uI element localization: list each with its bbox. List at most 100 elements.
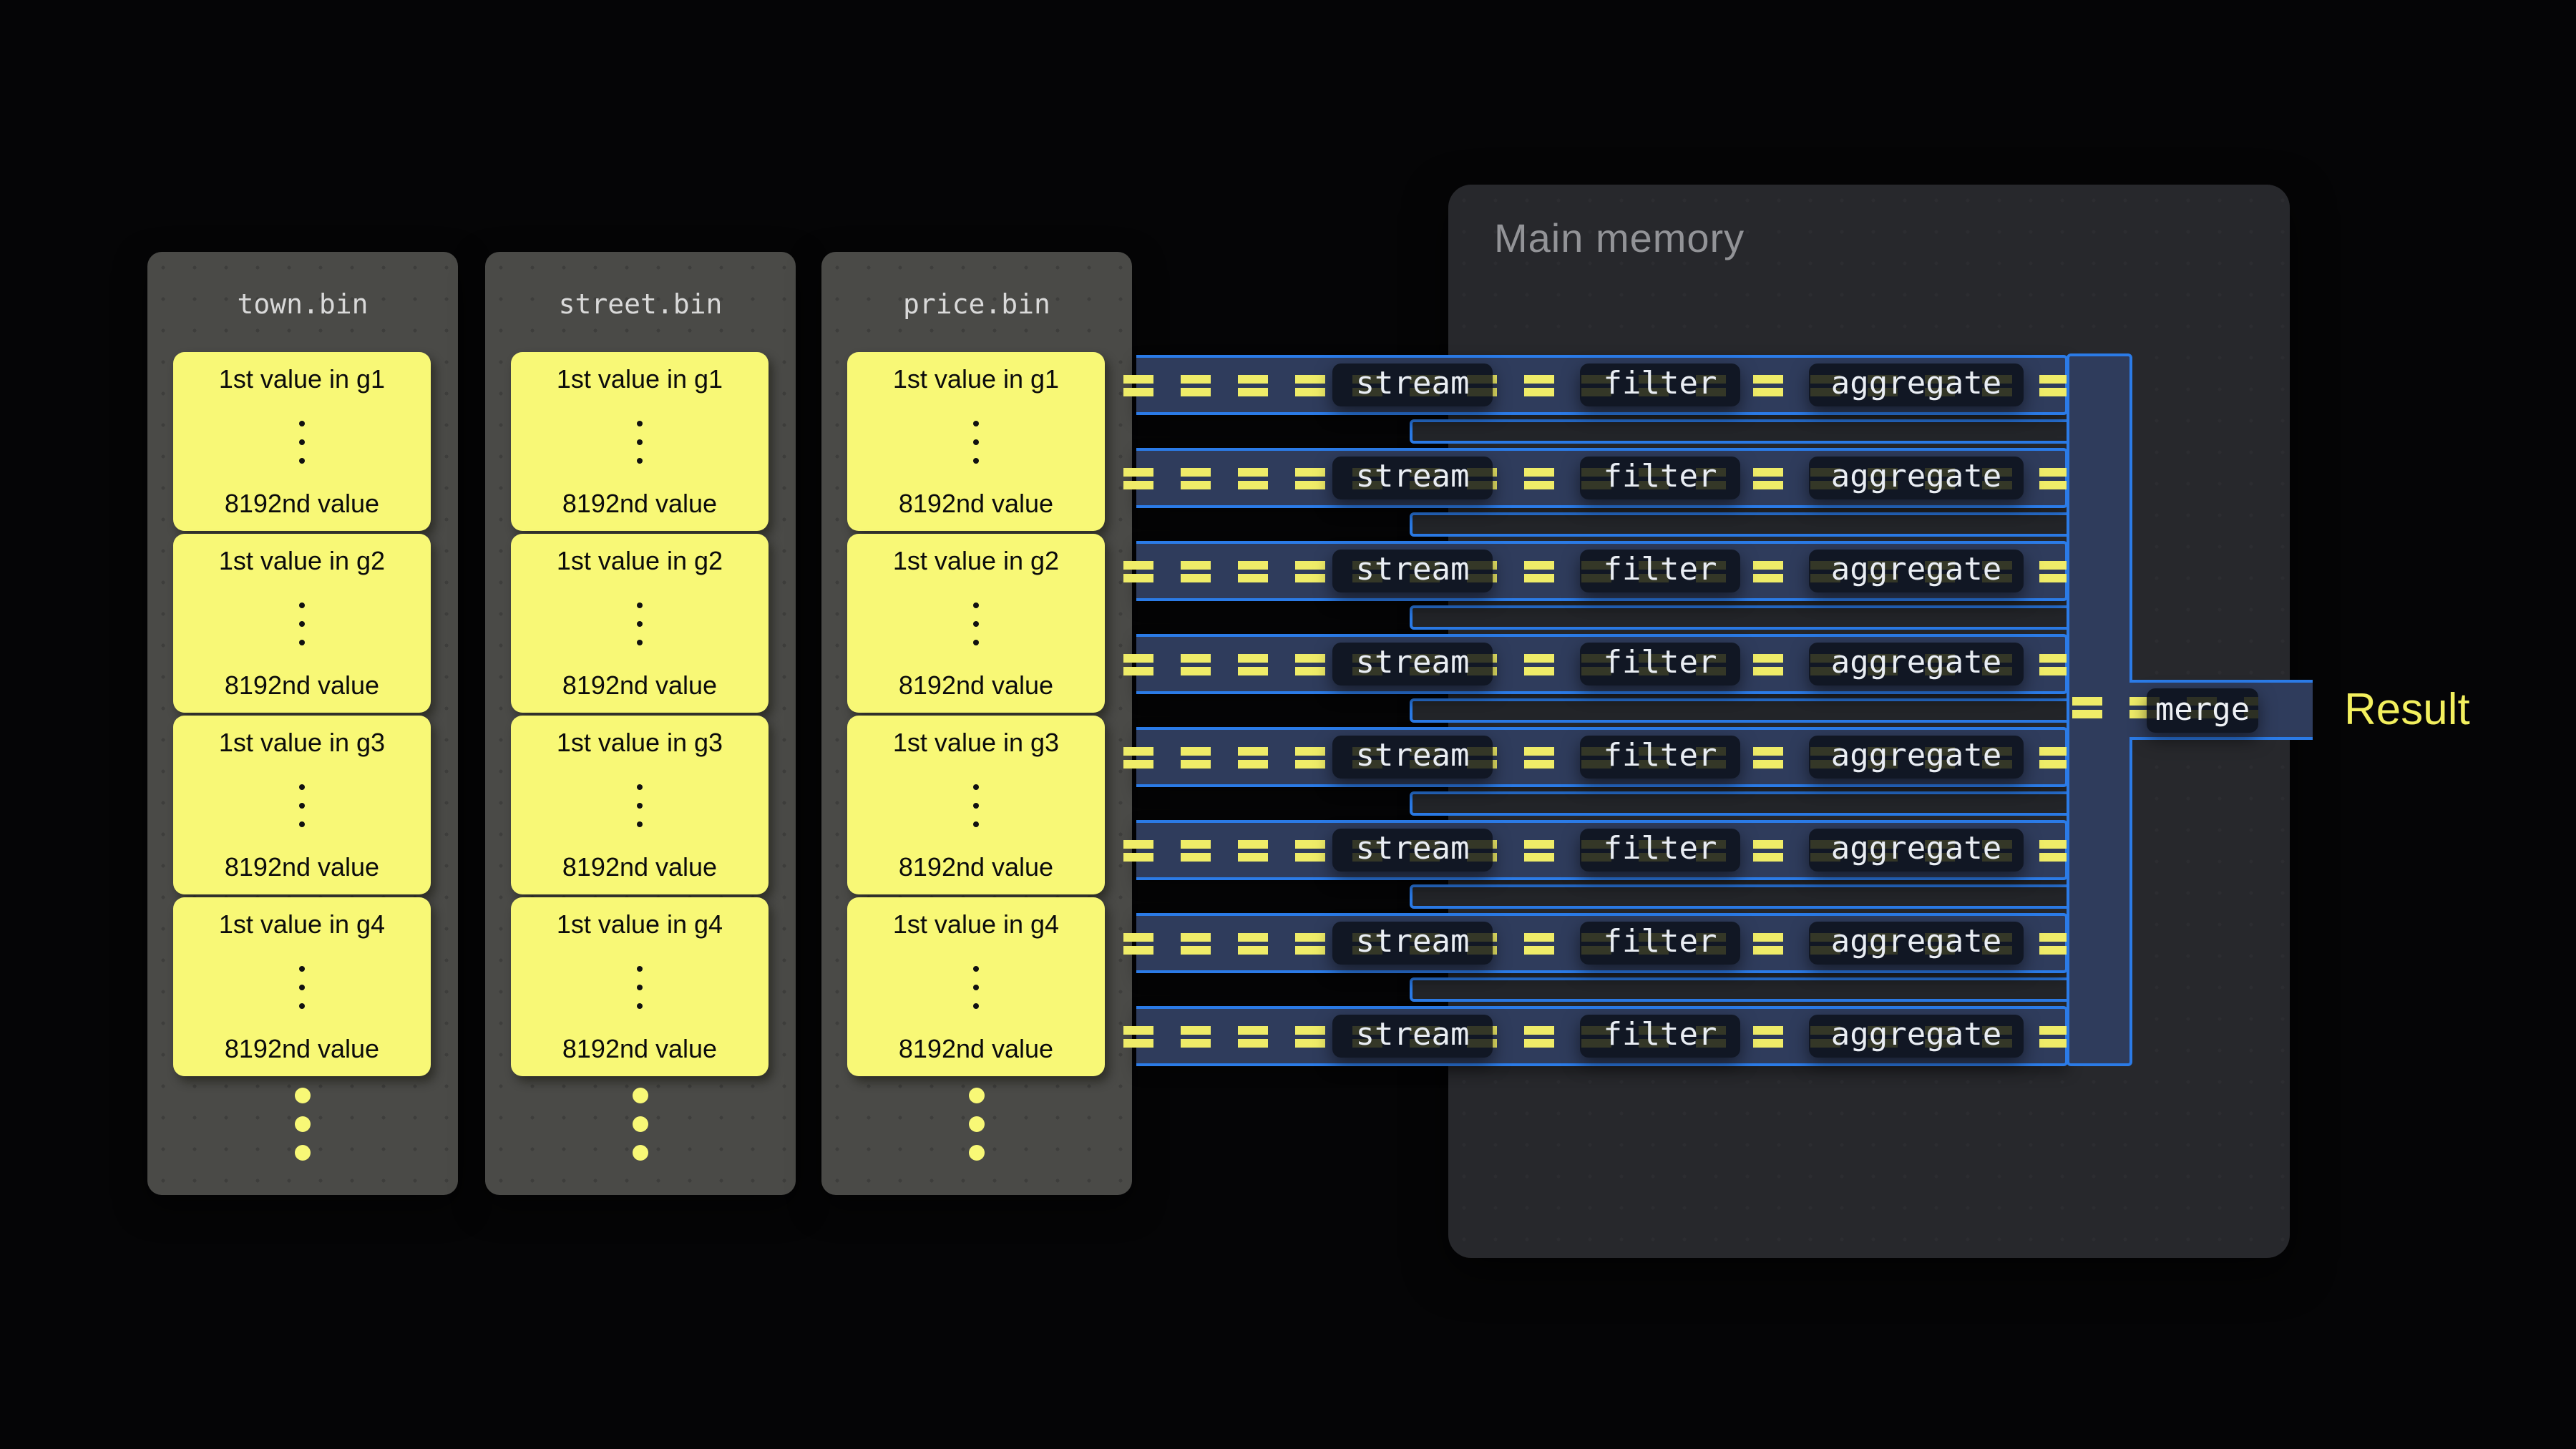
aggregate-stage-box: aggregate bbox=[1809, 363, 2024, 406]
value-block-first-row: 1st value in g1 bbox=[557, 365, 723, 394]
value-block: 1st value in g1 8192nd value bbox=[847, 352, 1105, 531]
column-ellipsis-dot bbox=[295, 1088, 311, 1103]
value-block: 1st value in g4 8192nd value bbox=[847, 897, 1105, 1076]
value-block-first-row: 1st value in g3 bbox=[557, 728, 723, 757]
diagram-viewport: Main memory town.bin 1st value in g1 819… bbox=[0, 0, 2576, 1449]
value-block-last-row: 8192nd value bbox=[562, 671, 717, 700]
column-ellipsis-dot bbox=[969, 1116, 985, 1132]
value-block-ellipsis bbox=[299, 602, 305, 645]
value-block-first-row: 1st value in g2 bbox=[557, 547, 723, 575]
aggregate-stage-box: aggregate bbox=[1809, 1014, 2024, 1057]
buffer-box bbox=[1410, 419, 2071, 443]
value-block-first-row: 1st value in g1 bbox=[219, 365, 385, 394]
stream-stage-box: stream bbox=[1332, 363, 1493, 406]
stream-stage-box: stream bbox=[1332, 1014, 1493, 1057]
value-block: 1st value in g3 8192nd value bbox=[511, 716, 769, 894]
value-block-ellipsis bbox=[973, 420, 979, 463]
column-ellipsis bbox=[147, 1088, 458, 1161]
value-block: 1st value in g4 8192nd value bbox=[173, 897, 431, 1076]
value-block: 1st value in g1 8192nd value bbox=[511, 352, 769, 531]
filter-stage-box: filter bbox=[1580, 735, 1740, 778]
aggregate-stage-box: aggregate bbox=[1809, 642, 2024, 685]
aggregate-stage-box: aggregate bbox=[1809, 456, 2024, 499]
value-block-ellipsis bbox=[973, 965, 979, 1008]
column-ellipsis bbox=[485, 1088, 796, 1161]
stream-stage-box: stream bbox=[1332, 642, 1493, 685]
stream-stage-box: stream bbox=[1332, 921, 1493, 964]
file-column: street.bin 1st value in g1 8192nd value … bbox=[485, 252, 796, 1195]
value-block-last-row: 8192nd value bbox=[562, 1035, 717, 1063]
filter-stage-box: filter bbox=[1580, 363, 1740, 406]
value-block-first-row: 1st value in g4 bbox=[219, 910, 385, 939]
value-block: 1st value in g2 8192nd value bbox=[173, 534, 431, 713]
value-blocks: 1st value in g1 8192nd value 1st value i… bbox=[847, 352, 1105, 1079]
value-block: 1st value in g3 8192nd value bbox=[847, 716, 1105, 894]
value-block-last-row: 8192nd value bbox=[899, 1035, 1053, 1063]
pipeline-lane: stream filter aggregate bbox=[1136, 726, 2068, 786]
value-block-first-row: 1st value in g2 bbox=[893, 547, 1059, 575]
buffer-box bbox=[1410, 512, 2071, 536]
value-block-first-row: 1st value in g4 bbox=[893, 910, 1059, 939]
file-column: price.bin 1st value in g1 8192nd value 1… bbox=[821, 252, 1132, 1195]
value-block-ellipsis bbox=[299, 420, 305, 463]
result-label: Result bbox=[2344, 684, 2470, 736]
value-block: 1st value in g2 8192nd value bbox=[847, 534, 1105, 713]
pipeline-lane: stream filter aggregate bbox=[1136, 819, 2068, 879]
column-ellipsis bbox=[821, 1088, 1132, 1161]
value-block-first-row: 1st value in g1 bbox=[893, 365, 1059, 394]
main-memory-title: Main memory bbox=[1494, 216, 1745, 262]
pipeline-lane: stream filter aggregate bbox=[1136, 354, 2068, 414]
stream-stage-box: stream bbox=[1332, 735, 1493, 778]
filter-stage-box: filter bbox=[1580, 549, 1740, 592]
value-block-last-row: 8192nd value bbox=[562, 489, 717, 518]
value-block-last-row: 8192nd value bbox=[225, 1035, 379, 1063]
buffer-box bbox=[1410, 791, 2071, 815]
value-block-last-row: 8192nd value bbox=[562, 853, 717, 882]
buffer-box bbox=[1410, 977, 2071, 1001]
value-block-first-row: 1st value in g3 bbox=[219, 728, 385, 757]
value-block-first-row: 1st value in g2 bbox=[219, 547, 385, 575]
stage: Main memory town.bin 1st value in g1 819… bbox=[0, 0, 2576, 1448]
column-ellipsis-dot bbox=[633, 1088, 648, 1103]
stream-stage-box: stream bbox=[1332, 456, 1493, 499]
value-block-last-row: 8192nd value bbox=[225, 489, 379, 518]
value-block-ellipsis bbox=[973, 602, 979, 645]
value-block-ellipsis bbox=[637, 965, 643, 1008]
buffer-box bbox=[1410, 884, 2071, 908]
column-ellipsis-dot bbox=[295, 1145, 311, 1161]
value-block-ellipsis bbox=[637, 784, 643, 826]
value-block-last-row: 8192nd value bbox=[225, 853, 379, 882]
filter-stage-box: filter bbox=[1580, 921, 1740, 964]
buffer-box bbox=[1410, 698, 2071, 722]
column-ellipsis-dot bbox=[633, 1145, 648, 1161]
filter-stage-box: filter bbox=[1580, 456, 1740, 499]
value-blocks: 1st value in g1 8192nd value 1st value i… bbox=[173, 352, 431, 1079]
pipeline-lane: stream filter aggregate bbox=[1136, 1005, 2068, 1065]
value-block-first-row: 1st value in g4 bbox=[557, 910, 723, 939]
column-ellipsis-dot bbox=[633, 1116, 648, 1132]
file-column-title: price.bin bbox=[821, 289, 1132, 321]
file-column-title: town.bin bbox=[147, 289, 458, 321]
value-block-ellipsis bbox=[973, 784, 979, 826]
filter-stage-box: filter bbox=[1580, 642, 1740, 685]
value-block: 1st value in g1 8192nd value bbox=[173, 352, 431, 531]
file-column: town.bin 1st value in g1 8192nd value 1s… bbox=[147, 252, 458, 1195]
value-block: 1st value in g4 8192nd value bbox=[511, 897, 769, 1076]
filter-stage-box: filter bbox=[1580, 1014, 1740, 1057]
aggregate-stage-box: aggregate bbox=[1809, 921, 2024, 964]
value-block-last-row: 8192nd value bbox=[899, 489, 1053, 518]
pipeline-lane: stream filter aggregate bbox=[1136, 912, 2068, 972]
column-ellipsis-dot bbox=[969, 1145, 985, 1161]
pipeline-lane: stream filter aggregate bbox=[1136, 447, 2068, 507]
value-block: 1st value in g3 8192nd value bbox=[173, 716, 431, 894]
merge-box: merge bbox=[2147, 688, 2258, 733]
stream-stage-box: stream bbox=[1332, 828, 1493, 871]
value-block-ellipsis bbox=[299, 784, 305, 826]
buffer-box bbox=[1410, 605, 2071, 629]
column-ellipsis-dot bbox=[969, 1088, 985, 1103]
stream-stage-box: stream bbox=[1332, 549, 1493, 592]
value-blocks: 1st value in g1 8192nd value 1st value i… bbox=[511, 352, 769, 1079]
aggregate-stage-box: aggregate bbox=[1809, 828, 2024, 871]
value-block: 1st value in g2 8192nd value bbox=[511, 534, 769, 713]
value-block-ellipsis bbox=[637, 602, 643, 645]
